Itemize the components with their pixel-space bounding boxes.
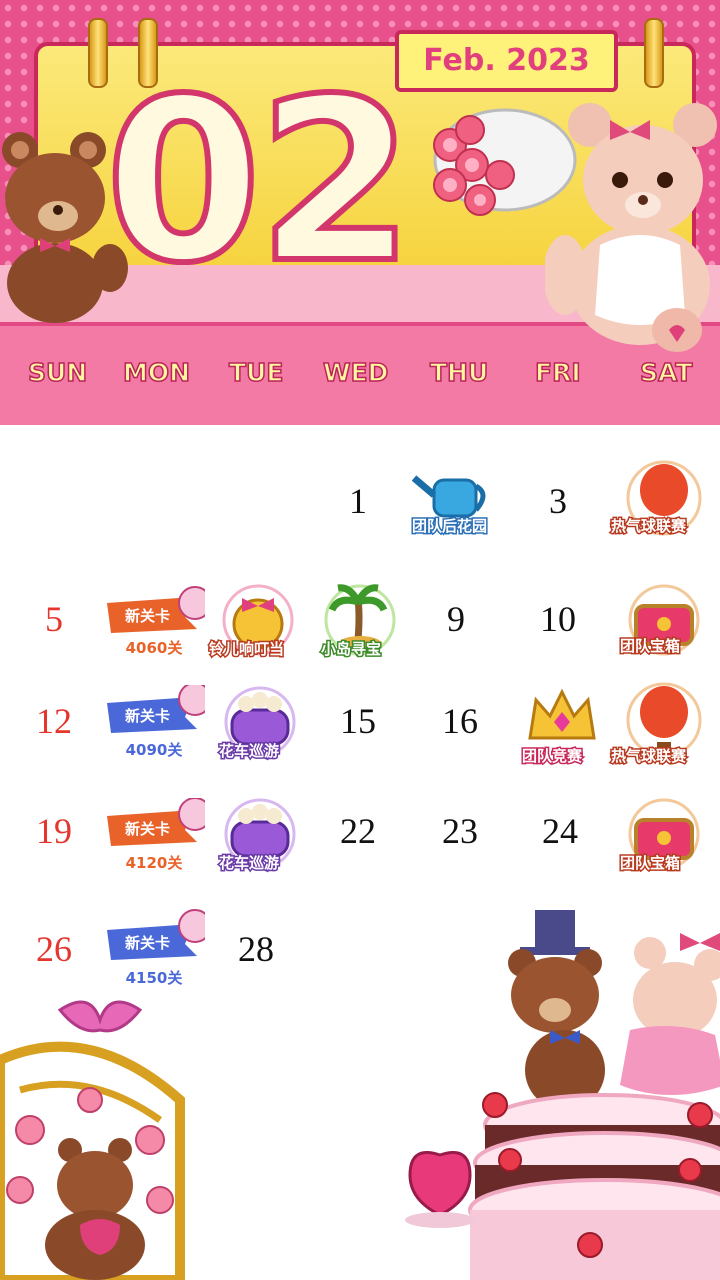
day-19: 19 bbox=[36, 811, 72, 851]
day-15: 15 bbox=[340, 701, 376, 741]
golden-cage-bear-icon bbox=[0, 1000, 185, 1280]
day-12: 12 bbox=[36, 701, 72, 741]
day-10: 10 bbox=[540, 599, 576, 639]
weekday-thu: THU bbox=[429, 357, 489, 388]
pink-teddy-bear-icon bbox=[545, 103, 717, 352]
new-level-number: 4060关 bbox=[125, 639, 183, 657]
day-22: 22 bbox=[340, 811, 376, 851]
day-23: 23 bbox=[442, 811, 478, 851]
new-level-number: 4090关 bbox=[125, 741, 183, 759]
weekday-tue: TUE bbox=[228, 357, 284, 388]
new-level-number: 4150关 bbox=[125, 969, 183, 987]
event-label: 团队宝箱 bbox=[618, 853, 681, 874]
new-level-number: 4120关 bbox=[125, 854, 183, 872]
day-26: 26 bbox=[36, 929, 72, 969]
event-label: 热气球联赛 bbox=[609, 516, 687, 537]
weekday-sun: SUN bbox=[27, 357, 88, 388]
event-label: 铃儿响叮当 bbox=[207, 639, 285, 660]
event-label: 团队后花园 bbox=[410, 516, 488, 537]
event-label: 小岛寻宝 bbox=[319, 639, 382, 660]
event-label: 团队竞赛 bbox=[520, 746, 583, 767]
day-28: 28 bbox=[238, 929, 274, 969]
day-24: 24 bbox=[542, 811, 578, 851]
month-number: 02 bbox=[102, 51, 417, 313]
new-level-title: 新关卡 bbox=[125, 934, 171, 952]
new-level-title: 新关卡 bbox=[125, 607, 171, 625]
weekday-sat: SAT bbox=[639, 357, 693, 388]
weekday-mon: MON bbox=[122, 357, 191, 388]
event-label: 团队宝箱 bbox=[618, 636, 681, 657]
weekday-fri: FRI bbox=[534, 357, 581, 388]
new-level-title: 新关卡 bbox=[125, 707, 171, 725]
calendar-header: 02 Feb. 2023 SUN MON TUE WED THU FRI SAT bbox=[0, 0, 720, 425]
day-5: 5 bbox=[45, 599, 63, 639]
day-3: 3 bbox=[549, 481, 567, 521]
day-9: 9 bbox=[447, 599, 465, 639]
strawberry-cake-bears-icon bbox=[405, 910, 720, 1280]
weekday-wed: WED bbox=[322, 357, 389, 388]
day-16: 16 bbox=[442, 701, 478, 741]
event-label: 花车巡游 bbox=[217, 853, 280, 874]
new-level-title: 新关卡 bbox=[125, 820, 171, 838]
binder-ring-icon bbox=[644, 18, 664, 88]
event-label: 热气球联赛 bbox=[609, 746, 687, 767]
event-label: 花车巡游 bbox=[217, 741, 280, 762]
day-1: 1 bbox=[349, 481, 367, 521]
month-tag: Feb. 2023 bbox=[395, 30, 618, 92]
brown-teddy-bear-icon bbox=[2, 132, 128, 323]
